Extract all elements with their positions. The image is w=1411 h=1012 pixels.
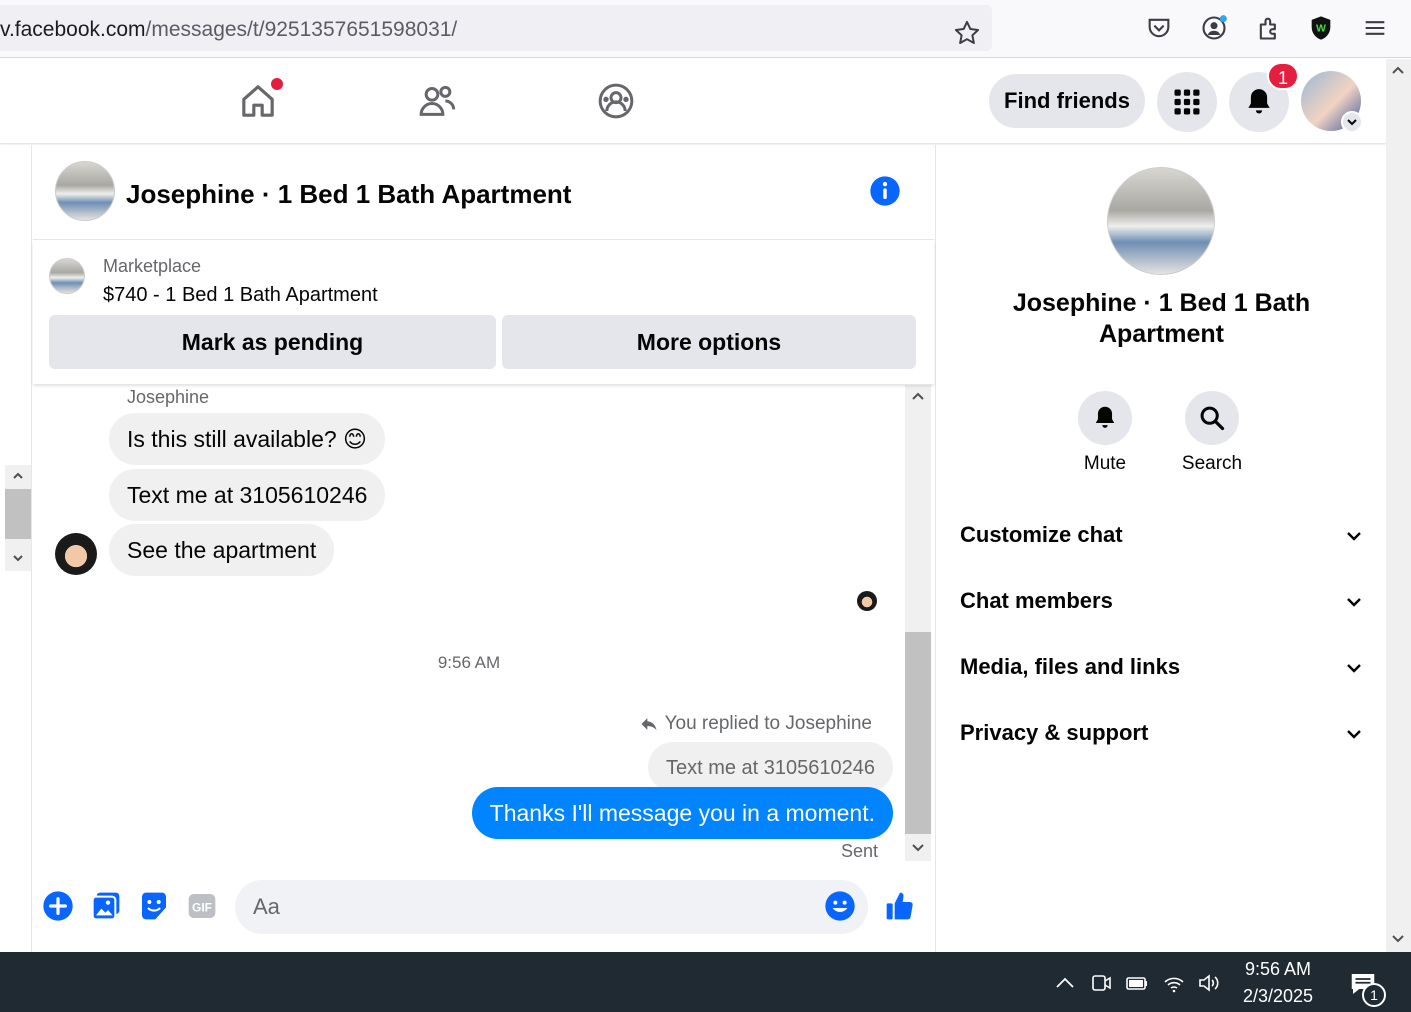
- left-sidebar-edge: [0, 145, 32, 952]
- message-timestamp: 9:56 AM: [437, 653, 501, 672]
- url-text: v.facebook.com/messages/t/92513576515980…: [0, 18, 457, 42]
- section-customize-chat[interactable]: Customize chat: [960, 516, 1370, 556]
- seen-receipt-avatar: [857, 591, 877, 611]
- quoted-message[interactable]: Text me at 3105610246: [647, 742, 893, 792]
- incoming-message[interactable]: Is this still available? 😊: [109, 413, 386, 465]
- grid-icon: [1174, 89, 1200, 115]
- search-button[interactable]: [1185, 391, 1239, 445]
- marketplace-panel: Marketplace $740 - 1 Bed 1 Bath Apartmen…: [33, 241, 934, 384]
- menu-icon[interactable]: [1361, 14, 1389, 42]
- pocket-icon[interactable]: [1145, 14, 1173, 42]
- menu-grid-button[interactable]: [1157, 72, 1217, 132]
- page-scrollbar[interactable]: [1386, 59, 1411, 952]
- chat-title[interactable]: Josephine · 1 Bed 1 Bath Apartment: [126, 179, 571, 210]
- url-path: /messages/t/9251357651598031/: [145, 18, 458, 41]
- section-privacy-support[interactable]: Privacy & support: [960, 714, 1370, 754]
- svg-text:GIF: GIF: [192, 900, 212, 914]
- bookmark-star-icon[interactable]: [953, 19, 981, 47]
- search-icon: [1200, 406, 1225, 431]
- chat-info-title-line: Josephine · 1 Bed 1 Bath: [1012, 289, 1311, 317]
- scroll-down-icon[interactable]: [1391, 934, 1405, 944]
- find-friends-button[interactable]: Find friends: [989, 74, 1145, 128]
- notification-count-badge: 1: [1267, 62, 1299, 90]
- mute-button[interactable]: [1078, 391, 1132, 445]
- search-label: Search: [1181, 453, 1243, 474]
- left-scrollbar[interactable]: [5, 465, 31, 571]
- emoji-icon[interactable]: [824, 890, 856, 922]
- section-label: Privacy & support: [960, 720, 1149, 745]
- chevron-down-icon: [1347, 730, 1361, 739]
- chevron-down-icon: [1347, 598, 1361, 607]
- bell-icon: [1095, 406, 1115, 428]
- section-media-files-links[interactable]: Media, files and links: [960, 648, 1370, 688]
- message-list: Josephine Is this still available? 😊 Tex…: [33, 385, 905, 867]
- scroll-up-icon[interactable]: [911, 391, 925, 401]
- friends-icon[interactable]: [417, 81, 457, 121]
- chevron-up-icon[interactable]: [1053, 971, 1077, 995]
- chat-header: Josephine · 1 Bed 1 Bath Apartment: [33, 145, 934, 240]
- chat-info-title: Josephine · 1 Bed 1 Bath Apartment: [936, 288, 1387, 350]
- groups-icon[interactable]: [596, 81, 636, 121]
- outgoing-message[interactable]: Thanks I'll message you in a moment.: [471, 787, 893, 839]
- message-scrollbar[interactable]: [905, 385, 931, 861]
- reply-arrow-icon: [641, 718, 657, 731]
- plus-circle-icon[interactable]: [42, 890, 74, 922]
- chat-info-panel: Josephine · 1 Bed 1 Bath Apartment Mute …: [935, 145, 1386, 952]
- scroll-up-icon[interactable]: [1391, 65, 1405, 75]
- scroll-up-icon[interactable]: [12, 471, 24, 481]
- chevron-down-icon: [1347, 119, 1357, 126]
- chevron-down-icon: [1347, 664, 1361, 673]
- clock-date[interactable]: 2/3/2025: [1230, 986, 1326, 1007]
- mark-as-pending-button[interactable]: Mark as pending: [49, 315, 496, 369]
- volume-icon[interactable]: [1197, 971, 1221, 995]
- battery-icon[interactable]: [1125, 971, 1149, 995]
- windows-taskbar: 9:56 AM 2/3/2025 1: [0, 952, 1411, 1012]
- chat-thumbnail[interactable]: [55, 161, 115, 221]
- notification-center-badge: 1: [1362, 983, 1386, 1007]
- svg-text:W: W: [1316, 23, 1326, 35]
- thumbs-up-icon[interactable]: [884, 890, 916, 922]
- gif-icon[interactable]: GIF: [186, 890, 218, 922]
- marketplace-label: Marketplace: [103, 256, 202, 276]
- sent-status: Sent: [840, 841, 878, 861]
- section-label: Customize chat: [960, 522, 1123, 547]
- chevron-down-icon: [1347, 532, 1361, 541]
- message-input[interactable]: Aa: [235, 880, 868, 934]
- photo-icon[interactable]: [90, 890, 122, 922]
- account-menu-caret[interactable]: [1341, 111, 1363, 133]
- url-domain: v.facebook.com: [0, 18, 146, 41]
- reply-note-text: You replied to Josephine: [664, 713, 872, 734]
- bell-icon: [1248, 89, 1270, 114]
- sender-name: Josephine: [127, 387, 210, 407]
- home-notification-dot: [271, 78, 283, 90]
- scroll-down-icon[interactable]: [12, 553, 24, 563]
- listing-title[interactable]: $740 - 1 Bed 1 Bath Apartment: [103, 284, 378, 307]
- message-scroll-thumb[interactable]: [905, 632, 931, 834]
- account-icon[interactable]: [1200, 14, 1228, 42]
- left-scroll-thumb[interactable]: [5, 489, 31, 539]
- listing-thumbnail[interactable]: [49, 258, 85, 294]
- section-label: Chat members: [960, 588, 1113, 613]
- chat-info-title-line: Apartment: [1098, 320, 1224, 348]
- meet-icon[interactable]: [1090, 971, 1114, 995]
- reply-indicator: You replied to Josephine: [641, 713, 872, 735]
- scroll-down-icon[interactable]: [911, 843, 925, 853]
- shield-extension-icon[interactable]: W: [1307, 14, 1335, 42]
- extensions-icon[interactable]: [1255, 14, 1283, 42]
- mute-label: Mute: [1083, 453, 1127, 474]
- section-label: Media, files and links: [960, 654, 1181, 679]
- incoming-message[interactable]: Text me at 3105610246: [109, 469, 386, 521]
- chat-info-avatar[interactable]: [1107, 167, 1215, 275]
- clock-time[interactable]: 9:56 AM: [1230, 959, 1326, 980]
- address-bar[interactable]: v.facebook.com/messages/t/92513576515980…: [0, 5, 992, 51]
- info-icon[interactable]: [869, 175, 901, 207]
- incoming-message[interactable]: See the apartment: [109, 524, 335, 576]
- wifi-icon[interactable]: [1162, 971, 1186, 995]
- message-composer: GIF Aa: [33, 868, 934, 952]
- sender-avatar[interactable]: [55, 533, 97, 575]
- more-options-button[interactable]: More options: [502, 315, 916, 369]
- sticker-icon[interactable]: [138, 890, 170, 922]
- browser-toolbar: v.facebook.com/messages/t/92513576515980…: [0, 0, 1411, 58]
- section-chat-members[interactable]: Chat members: [960, 582, 1370, 622]
